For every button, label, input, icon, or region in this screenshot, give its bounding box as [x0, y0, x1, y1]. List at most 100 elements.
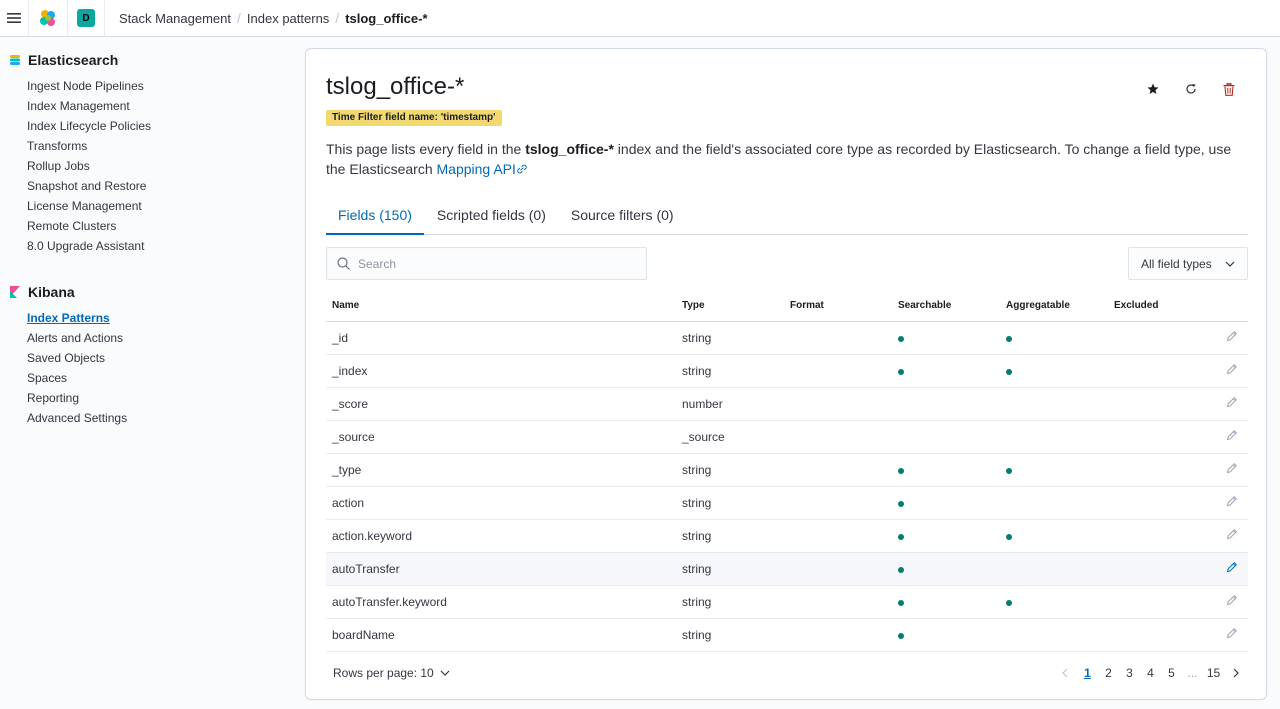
breadcrumb-current: tslog_office-*	[345, 10, 428, 26]
page-15-button[interactable]: 15	[1203, 666, 1224, 680]
field-excluded	[1108, 453, 1208, 487]
field-name: _index	[326, 354, 676, 388]
column-header-aggregatable[interactable]: Aggregatable	[1000, 291, 1108, 322]
tab-scripted-fields[interactable]: Scripted fields (0)	[425, 199, 558, 235]
field-name: action.keyword	[326, 519, 676, 553]
edit-field-button[interactable]	[1208, 486, 1248, 520]
page-3-button[interactable]: 3	[1119, 666, 1140, 680]
sidebar-item-ingest-node-pipelines[interactable]: Ingest Node Pipelines	[0, 76, 290, 96]
menu-toggle-button[interactable]	[0, 0, 28, 37]
column-header-name[interactable]: Name	[326, 291, 676, 322]
refresh-fields-button[interactable]	[1172, 79, 1210, 99]
aggregatable-dot-icon	[1006, 599, 1012, 606]
field-type: string	[676, 321, 784, 355]
field-aggregatable	[1000, 519, 1108, 553]
kibana-icon	[10, 286, 20, 298]
searchable-dot-icon	[898, 632, 904, 639]
pencil-icon	[1226, 495, 1238, 507]
set-default-button[interactable]	[1134, 79, 1172, 99]
fields-table-body: _id string _index string _score number _source…	[326, 321, 1248, 652]
tab-fields[interactable]: Fields (150)	[326, 199, 424, 235]
edit-field-button[interactable]	[1208, 618, 1248, 652]
delete-index-pattern-button[interactable]	[1210, 79, 1248, 99]
field-name: action	[326, 486, 676, 520]
search-input[interactable]	[358, 256, 618, 271]
sidebar-item-license-management[interactable]: License Management	[0, 196, 290, 216]
sidebar-item-remote-clusters[interactable]: Remote Clusters	[0, 216, 290, 236]
edit-field-button[interactable]	[1208, 321, 1248, 355]
edit-field-button[interactable]	[1208, 420, 1248, 454]
field-type: string	[676, 552, 784, 586]
sidebar-item-index-lifecycle-policies[interactable]: Index Lifecycle Policies	[0, 116, 290, 136]
field-name: autoTransfer	[326, 552, 676, 586]
field-aggregatable	[1000, 354, 1108, 388]
pencil-icon	[1226, 561, 1238, 573]
field-name: boardName	[326, 618, 676, 652]
sidebar-item-saved-objects[interactable]: Saved Objects	[0, 348, 290, 368]
sidebar-item-snapshot-and-restore[interactable]: Snapshot and Restore	[0, 176, 290, 196]
breadcrumb-separator: /	[335, 10, 340, 26]
page-1-button[interactable]: 1	[1077, 666, 1098, 680]
previous-page-button[interactable]	[1053, 668, 1077, 678]
elastic-logo[interactable]	[29, 0, 67, 37]
column-header-excluded[interactable]: Excluded	[1108, 291, 1208, 322]
page-description: This page lists every field in the tslog…	[326, 141, 1232, 177]
sidebar-item-rollup-jobs[interactable]: Rollup Jobs	[0, 156, 290, 176]
edit-field-button[interactable]	[1208, 519, 1248, 553]
table-row: _score number	[326, 387, 1248, 421]
edit-field-button[interactable]	[1208, 585, 1248, 619]
page-5-button[interactable]: 5	[1161, 666, 1182, 680]
sidebar-section-elasticsearch: Elasticsearch Ingest Node Pipelines Inde…	[0, 50, 290, 256]
pencil-icon	[1226, 627, 1238, 639]
table-row: _type string	[326, 453, 1248, 487]
sidebar-item-spaces[interactable]: Spaces	[0, 368, 290, 388]
field-name: _score	[326, 387, 676, 421]
column-header-actions	[1208, 291, 1248, 322]
breadcrumb-index-patterns[interactable]: Index patterns	[247, 11, 329, 26]
management-sidebar: Elasticsearch Ingest Node Pipelines Inde…	[0, 38, 290, 709]
sidebar-item-index-patterns[interactable]: Index Patterns	[0, 308, 290, 328]
page-4-button[interactable]: 4	[1140, 666, 1161, 680]
table-row: action string	[326, 486, 1248, 520]
page-2-button[interactable]: 2	[1098, 666, 1119, 680]
rows-per-page-button[interactable]: Rows per page: 10	[326, 666, 450, 680]
column-header-format[interactable]: Format	[784, 291, 892, 322]
space-selector[interactable]: D	[68, 0, 104, 37]
next-page-button[interactable]	[1224, 668, 1248, 678]
chevron-down-icon	[1225, 261, 1235, 267]
edit-field-button[interactable]	[1208, 552, 1248, 586]
field-searchable	[892, 585, 1000, 619]
column-header-type[interactable]: Type	[676, 291, 784, 322]
sidebar-item-transforms[interactable]: Transforms	[0, 136, 290, 156]
table-row: autoTransfer.keyword string	[326, 585, 1248, 619]
column-header-searchable[interactable]: Searchable	[892, 291, 1000, 322]
field-type: string	[676, 354, 784, 388]
field-type: string	[676, 585, 784, 619]
hamburger-icon	[7, 13, 21, 23]
breadcrumb: Stack Management / Index patterns / tslo…	[105, 10, 428, 26]
external-link-icon	[517, 164, 527, 174]
trash-icon	[1223, 82, 1235, 96]
aggregatable-dot-icon	[1006, 467, 1012, 474]
field-aggregatable	[1000, 420, 1108, 454]
sidebar-item-upgrade-assistant[interactable]: 8.0 Upgrade Assistant	[0, 236, 290, 256]
tab-source-filters[interactable]: Source filters (0)	[559, 199, 686, 235]
field-format	[784, 321, 892, 355]
sidebar-item-advanced-settings[interactable]: Advanced Settings	[0, 408, 290, 428]
pagination-ellipsis: ...	[1187, 666, 1198, 680]
mapping-api-link[interactable]: Mapping API	[437, 161, 528, 177]
index-name-bold: tslog_office-*	[525, 141, 614, 157]
chevron-right-icon	[1233, 668, 1239, 678]
field-searchable	[892, 387, 1000, 421]
sidebar-item-index-management[interactable]: Index Management	[0, 96, 290, 116]
aggregatable-dot-icon	[1006, 368, 1012, 375]
field-name: _id	[326, 321, 676, 355]
breadcrumb-stack-management[interactable]: Stack Management	[119, 11, 231, 26]
sidebar-item-alerts-and-actions[interactable]: Alerts and Actions	[0, 328, 290, 348]
edit-field-button[interactable]	[1208, 387, 1248, 421]
sidebar-item-reporting[interactable]: Reporting	[0, 388, 290, 408]
edit-field-button[interactable]	[1208, 354, 1248, 388]
field-type-select[interactable]: All field types	[1128, 247, 1248, 280]
edit-field-button[interactable]	[1208, 453, 1248, 487]
field-aggregatable	[1000, 387, 1108, 421]
